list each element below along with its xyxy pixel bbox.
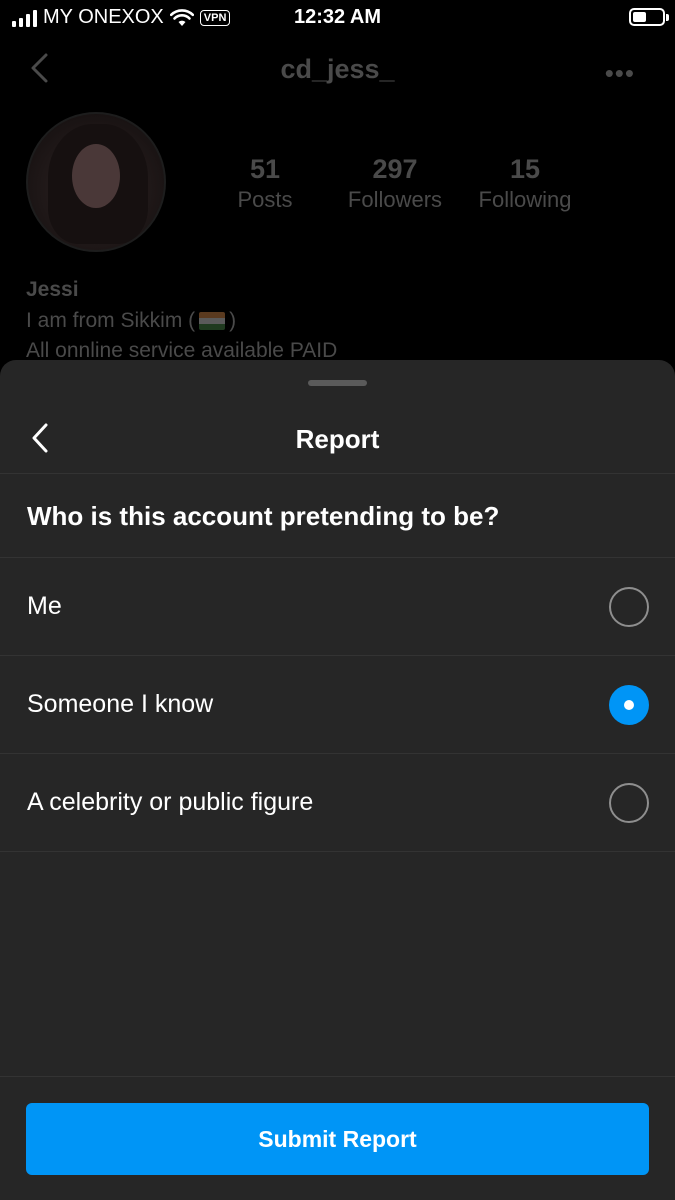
india-flag-icon: [199, 312, 226, 330]
battery-icon: [629, 8, 669, 26]
stat-value: 15: [509, 154, 541, 184]
option-someone-i-know[interactable]: Someone I know: [0, 656, 675, 754]
stat-followers[interactable]: 297 Followers: [330, 154, 460, 213]
stat-value: 297: [372, 154, 418, 184]
sheet-grabber[interactable]: [308, 380, 367, 386]
avatar[interactable]: [26, 112, 166, 252]
option-me[interactable]: Me: [0, 558, 675, 656]
profile-username: cd_jess_: [280, 54, 395, 84]
more-horizontal-icon[interactable]: •••: [605, 58, 635, 89]
radio-button[interactable]: [609, 783, 649, 823]
bio-line-1: I am from Sikkim ( ): [26, 309, 236, 333]
stat-posts[interactable]: 51 Posts: [200, 154, 330, 213]
status-time: 12:32 AM: [293, 6, 382, 28]
stat-label: Posts: [237, 187, 293, 212]
option-label: A celebrity or public figure: [27, 788, 314, 816]
bio-suffix: ): [229, 309, 237, 332]
submit-report-button[interactable]: Submit Report: [26, 1103, 649, 1175]
sheet-header: Report: [0, 404, 675, 474]
sheet-footer: Submit Report: [0, 1076, 675, 1200]
radio-button-selected[interactable]: [609, 685, 649, 725]
report-sheet: Report Who is this account pretending to…: [0, 360, 675, 1200]
report-question: Who is this account pretending to be?: [0, 474, 675, 558]
battery-fill: [633, 12, 646, 22]
option-label: Me: [27, 592, 62, 620]
status-bar: MY ONEXOX VPN 12:32 AM: [0, 0, 675, 34]
stat-following[interactable]: 15 Following: [460, 154, 590, 213]
option-celebrity[interactable]: A celebrity or public figure: [0, 754, 675, 852]
stat-value: 51: [249, 154, 281, 184]
stat-label: Following: [478, 187, 572, 212]
radio-button[interactable]: [609, 587, 649, 627]
stat-label: Followers: [347, 187, 443, 212]
sheet-title: Report: [295, 424, 380, 454]
screen: MY ONEXOX VPN 12:32 AM cd_jess_ ••• 51 P…: [0, 0, 675, 1200]
profile-name: Jessi: [26, 278, 79, 301]
profile-background: cd_jess_ ••• 51 Posts 297 Followers 15 F…: [0, 34, 675, 364]
question-text: Who is this account pretending to be?: [27, 501, 500, 531]
profile-stats: 51 Posts 297 Followers 15 Following: [200, 154, 590, 213]
bio-prefix: I am from Sikkim (: [26, 309, 196, 332]
option-label: Someone I know: [27, 690, 214, 718]
